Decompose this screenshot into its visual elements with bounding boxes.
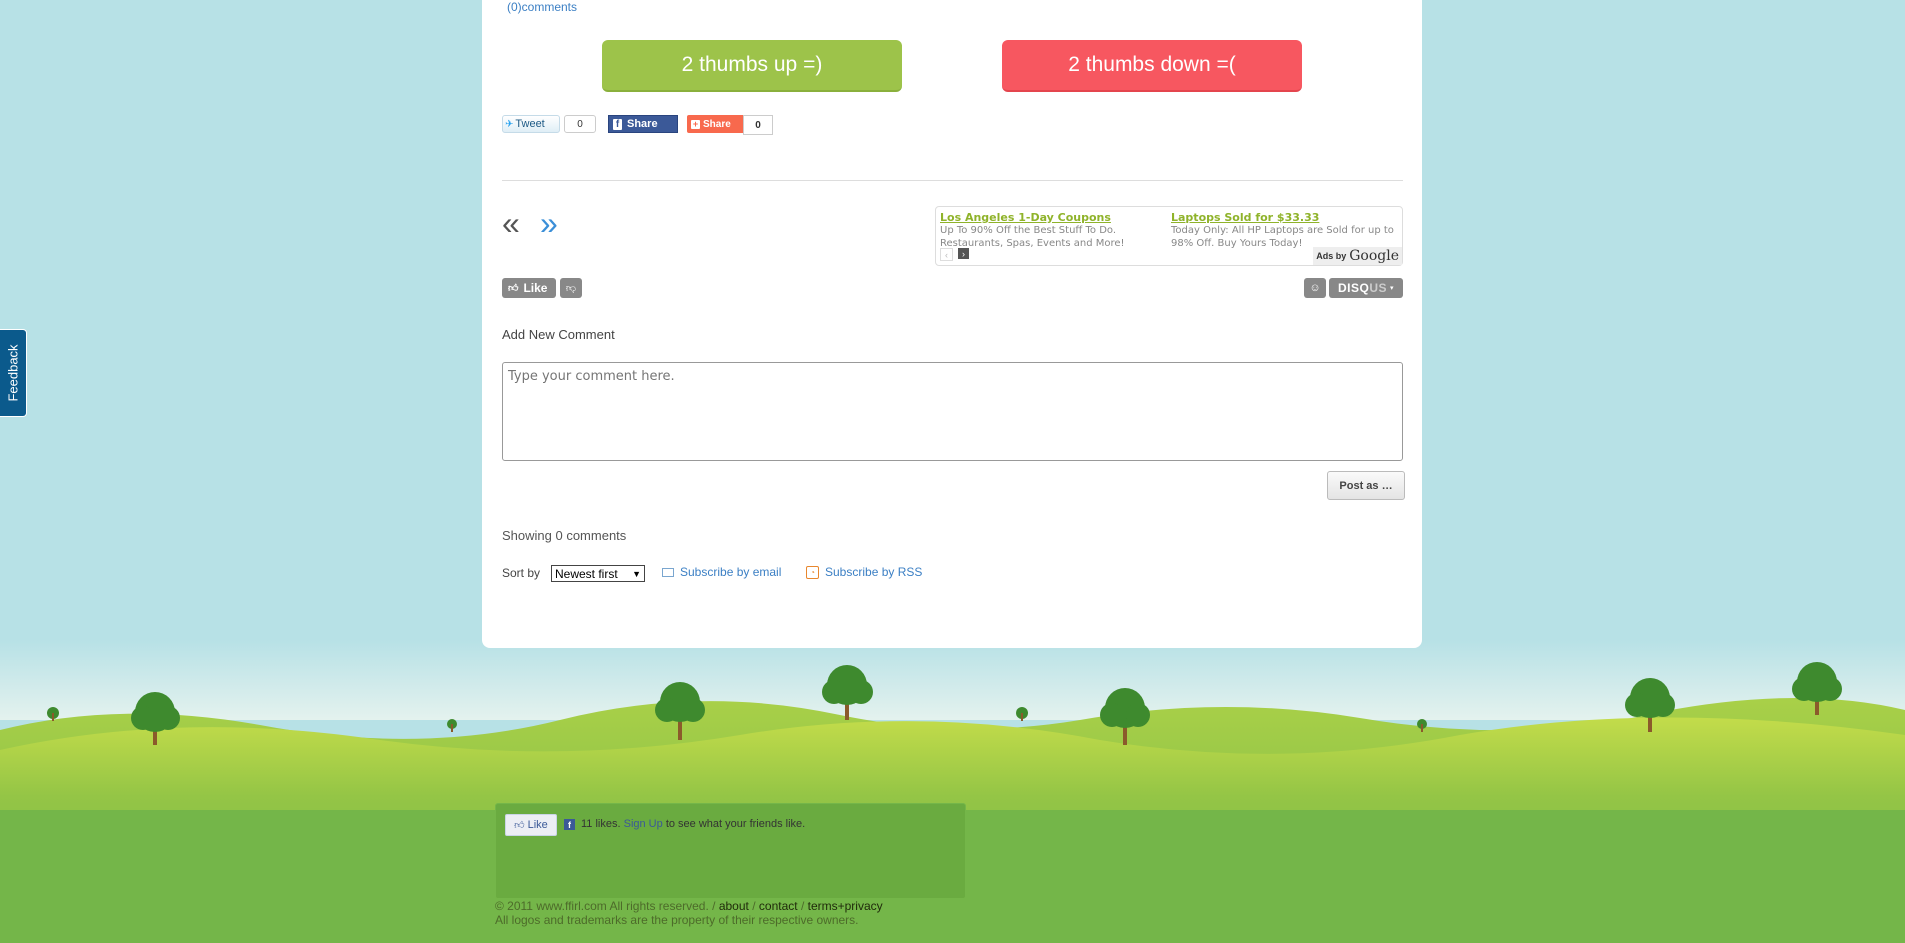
- facebook-share-button[interactable]: f Share: [608, 115, 678, 133]
- about-link[interactable]: about: [719, 899, 749, 913]
- disqus-menu-button[interactable]: DISQ US ▾: [1329, 278, 1403, 298]
- footer-separator: /: [752, 899, 756, 913]
- addthis-count: 0: [743, 115, 773, 135]
- thumbs-down-button[interactable]: 2 thumbs down =(: [1002, 40, 1302, 92]
- thumbs-up-icon: 👍︎: [514, 820, 525, 831]
- facebook-likes-text: 11 likes. Sign Up to see what your frien…: [581, 818, 805, 830]
- disqus-like-label: Like: [523, 281, 548, 295]
- ad-title-link[interactable]: Laptops Sold for $33.33: [1171, 211, 1399, 224]
- addthis-share-label: Share: [703, 118, 731, 130]
- feedback-tab-label: Feedback: [5, 344, 21, 402]
- post-card: (0)comments 2 thumbs up =) 2 thumbs down…: [482, 0, 1422, 648]
- contact-link[interactable]: contact: [759, 899, 798, 913]
- footer-separator: /: [800, 899, 805, 913]
- tweet-button[interactable]: ✈ Tweet: [502, 115, 560, 133]
- ad-next-arrow-icon[interactable]: ›: [958, 248, 969, 259]
- disqus-like-button[interactable]: 👍︎ Like: [502, 278, 556, 298]
- ads-by-google-label[interactable]: Ads by Google: [1313, 247, 1402, 265]
- twitter-bird-icon: ✈: [505, 118, 514, 130]
- rss-icon: ◔: [806, 565, 819, 579]
- copyright-text: © 2011 www.ffirl.com All rights reserved…: [495, 899, 716, 913]
- ads-by-text: Ads by: [1316, 251, 1347, 261]
- chevron-down-icon: ▼: [632, 568, 641, 579]
- sort-select-value: Newest first: [555, 566, 618, 581]
- disqus-dislike-button[interactable]: 👎︎: [560, 278, 582, 298]
- thumbs-up-button[interactable]: 2 thumbs up =): [602, 40, 902, 92]
- feedback-tab[interactable]: Feedback: [0, 329, 27, 417]
- ad-prev-arrow-icon[interactable]: ‹: [940, 248, 953, 261]
- user-icon: ☺: [1309, 282, 1321, 294]
- disqus-user-button[interactable]: ☺: [1304, 278, 1326, 298]
- subscribe-email-link[interactable]: Subscribe by email: [662, 565, 781, 579]
- ad-text: Up To 90% Off the Best Stuff To Do. Rest…: [940, 225, 1125, 249]
- facebook-signup-link[interactable]: Sign Up: [624, 818, 663, 830]
- thumbs-up-icon: 👍︎: [508, 283, 519, 294]
- facebook-like-label: Like: [527, 819, 548, 831]
- facebook-f-icon: f: [613, 118, 622, 130]
- subscribe-email-label: Subscribe by email: [680, 565, 782, 579]
- google-ads-box: Los Angeles 1-Day Coupons Up To 90% Off …: [935, 206, 1403, 266]
- tweet-label: Tweet: [515, 118, 545, 130]
- sort-label: Sort by: [502, 566, 541, 580]
- facebook-like-box: 👍︎ Like f 11 likes. Sign Up to see what …: [495, 803, 966, 899]
- addthis-share-button[interactable]: + Share: [687, 115, 743, 133]
- sort-select[interactable]: Newest first ▼: [551, 565, 645, 582]
- subscribe-rss-label: Subscribe by RSS: [825, 565, 923, 579]
- disqus-brand-main: DISQ: [1337, 281, 1370, 295]
- comment-input[interactable]: [502, 362, 1403, 461]
- facebook-signup-suffix: to see what your friends like.: [665, 818, 806, 830]
- disqus-brand-suffix: US: [1369, 281, 1387, 295]
- trademark-notice: All logos and trademarks are the propert…: [495, 913, 859, 927]
- facebook-share-label: Share: [627, 118, 658, 130]
- plus-icon: +: [691, 119, 700, 129]
- comments-count-text: Showing 0 comments: [502, 528, 627, 543]
- tweet-count: 0: [564, 115, 596, 133]
- thumbs-down-icon: 👎︎: [565, 283, 577, 294]
- add-comment-heading: Add New Comment: [502, 327, 615, 342]
- chevron-down-icon: ▾: [1390, 285, 1395, 292]
- terms-privacy-link[interactable]: terms+privacy: [808, 899, 883, 913]
- section-divider: [502, 180, 1403, 181]
- facebook-f-icon: f: [564, 819, 575, 830]
- subscribe-rss-link[interactable]: ◔ Subscribe by RSS: [806, 565, 922, 579]
- post-as-button[interactable]: Post as …: [1327, 471, 1405, 500]
- comments-count-link[interactable]: (0)comments: [507, 0, 577, 14]
- facebook-likes-count: 11 likes.: [581, 818, 621, 830]
- google-logo-text: Google: [1349, 248, 1399, 264]
- footer-copyright: © 2011 www.ffirl.com All rights reserved…: [495, 899, 883, 927]
- next-post-button[interactable]: »: [540, 207, 558, 239]
- previous-post-button[interactable]: «: [502, 207, 520, 239]
- envelope-icon: [662, 567, 674, 577]
- ad-item: Los Angeles 1-Day Coupons Up To 90% Off …: [940, 211, 1160, 250]
- facebook-like-button[interactable]: 👍︎ Like: [505, 814, 557, 836]
- ad-item: Laptops Sold for $33.33 Today Only: All …: [1171, 211, 1399, 250]
- ad-title-link[interactable]: Los Angeles 1-Day Coupons: [940, 211, 1160, 224]
